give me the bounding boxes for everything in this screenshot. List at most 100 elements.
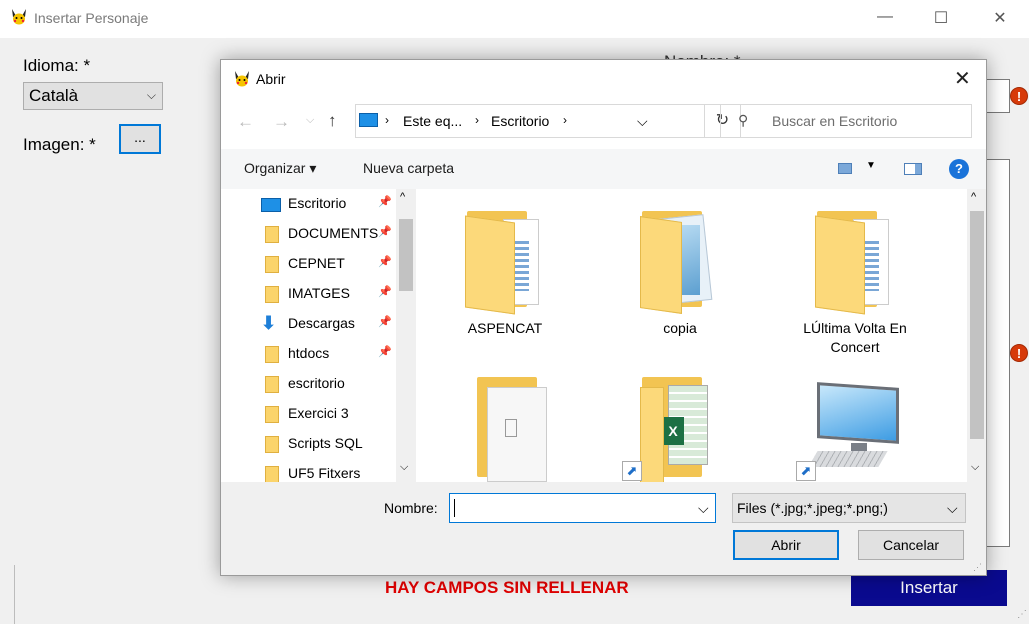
chevron-down-icon: ⌵ xyxy=(947,500,958,516)
cancel-button[interactable]: Cancelar xyxy=(858,530,964,560)
image-label: Imagen: * xyxy=(23,135,96,154)
navigation-bar: ← → ⌵ ↑ › Este eq... › Escritorio › ⌵ ↻ … xyxy=(221,100,986,148)
file-item-folder[interactable] xyxy=(430,359,580,482)
pin-icon: 📌 xyxy=(378,226,392,238)
new-folder-button[interactable]: Nueva carpeta xyxy=(363,160,454,176)
folder-icon xyxy=(465,211,545,315)
file-item-aspencat[interactable]: ASPENCAT xyxy=(430,189,580,349)
folder-icon xyxy=(640,211,720,314)
pin-icon: 📌 xyxy=(378,196,392,208)
scrollbar-thumb[interactable] xyxy=(970,211,984,439)
excel-shortcut-icon: X ⬈ xyxy=(622,377,720,482)
view-dropdown-icon[interactable]: ▼ xyxy=(866,160,876,171)
nav-item-htdocs[interactable]: htdocs 📌 xyxy=(261,339,411,369)
language-select[interactable]: Català ⌵ xyxy=(23,82,163,110)
pin-icon: 📌 xyxy=(378,256,392,268)
scroll-down-icon[interactable]: ⌵ xyxy=(400,461,408,474)
breadcrumb-separator-icon: › xyxy=(385,113,389,127)
file-item-computer-shortcut[interactable]: ⬈ xyxy=(780,359,930,482)
nav-item-label: Scripts SQL xyxy=(288,435,363,451)
nav-item-label: Escritorio xyxy=(288,195,347,211)
computer-shortcut-icon: ⬈ xyxy=(796,382,905,482)
pikachu-app-icon xyxy=(233,70,251,91)
nav-item-descargas[interactable]: ⬇ Descargas 📌 xyxy=(261,309,411,339)
browse-image-button[interactable]: ... xyxy=(119,124,161,154)
nav-item-label: IMATGES xyxy=(288,285,350,301)
resize-grip-icon[interactable]: ⋰ xyxy=(1017,609,1027,620)
breadcrumb-item[interactable]: Escritorio xyxy=(491,113,549,129)
window-titlebar: Insertar Personaje — ☐ ✕ xyxy=(0,0,1029,38)
search-box[interactable]: ⚲ Buscar en Escritorio xyxy=(720,104,972,138)
scroll-up-icon[interactable]: ^ xyxy=(400,191,405,203)
toolbar: Organizar ▾ Nueva carpeta ▼ ? xyxy=(221,149,986,189)
folder-icon xyxy=(265,436,279,453)
nav-item-documents[interactable]: DOCUMENTS 📌 xyxy=(261,219,411,249)
file-type-filter[interactable]: Files (*.jpg;*.jpeg;*.png;) ⌵ xyxy=(732,493,966,523)
breadcrumb-separator-icon: › xyxy=(563,113,567,127)
folder-icon xyxy=(265,256,279,273)
pin-icon: 📌 xyxy=(378,346,392,358)
resize-grip-icon[interactable]: ⋰ xyxy=(973,562,982,573)
nav-item-escritorio[interactable]: Escritorio 📌 xyxy=(261,189,411,219)
folder-icon xyxy=(815,211,895,315)
filename-label: Nombre: xyxy=(384,500,438,516)
dialog-close-button[interactable]: ✕ xyxy=(954,66,971,91)
help-icon[interactable]: ? xyxy=(949,159,969,179)
open-file-dialog: Abrir ✕ ← → ⌵ ↑ › Este eq... › Escritori… xyxy=(220,59,987,576)
recent-dropdown-icon[interactable]: ⌵ xyxy=(306,114,314,127)
pin-icon: 📌 xyxy=(378,286,392,298)
nav-item-escritorio-folder[interactable]: escritorio xyxy=(261,369,411,399)
chevron-down-icon[interactable]: ⌵ xyxy=(637,113,648,130)
maximize-button[interactable]: ☐ xyxy=(918,8,964,28)
window-title: Insertar Personaje xyxy=(34,10,149,26)
chevron-down-icon[interactable]: ⌵ xyxy=(698,500,709,517)
desktop-icon xyxy=(261,198,281,212)
nav-scrollbar[interactable]: ^ ⌵ xyxy=(396,189,416,482)
nav-item-scripts-sql[interactable]: Scripts SQL xyxy=(261,429,411,459)
nav-item-exercici-3[interactable]: Exercici 3 xyxy=(261,399,411,429)
organize-button[interactable]: Organizar ▾ xyxy=(244,160,316,177)
nav-item-cepnet[interactable]: CEPNET 📌 xyxy=(261,249,411,279)
download-icon: ⬇ xyxy=(261,313,277,333)
name-input-edge[interactable] xyxy=(985,79,1010,113)
warning-text: HAY CAMPOS SIN RELLENAR xyxy=(385,578,629,597)
file-list: ASPENCAT copia LÚltima Volta En Concert xyxy=(417,189,967,482)
error-icon: ! xyxy=(1010,87,1028,105)
file-item-ultima-volta[interactable]: LÚltima Volta En Concert xyxy=(780,189,930,355)
folder-icon xyxy=(265,286,279,303)
minimize-button[interactable]: — xyxy=(862,8,908,26)
dialog-title: Abrir xyxy=(256,71,286,87)
file-item-copia[interactable]: copia xyxy=(605,189,755,349)
search-placeholder: Buscar en Escritorio xyxy=(772,113,898,129)
scroll-down-icon[interactable]: ⌵ xyxy=(971,461,979,474)
content-scrollbar[interactable]: ^ ⌵ xyxy=(967,189,986,482)
filename-input[interactable]: ⌵ xyxy=(449,493,716,523)
address-bar[interactable]: › Este eq... › Escritorio › ⌵ xyxy=(355,104,705,138)
folder-icon xyxy=(265,226,279,243)
nav-item-label: escritorio xyxy=(288,375,345,391)
open-button[interactable]: Abrir xyxy=(733,530,839,560)
scrollbar-thumb[interactable] xyxy=(399,219,413,291)
file-item-excel-shortcut[interactable]: X ⬈ xyxy=(605,359,755,482)
up-arrow-icon[interactable]: ↑ xyxy=(328,111,337,131)
view-mode-icon[interactable] xyxy=(838,163,852,174)
folder-icon xyxy=(265,406,279,423)
pikachu-app-icon xyxy=(10,8,28,31)
nav-item-label: Exercici 3 xyxy=(288,405,349,421)
folder-icon xyxy=(265,466,279,482)
breadcrumb-separator-icon: › xyxy=(475,113,479,127)
breadcrumb-item[interactable]: Este eq... xyxy=(403,113,462,129)
computer-icon xyxy=(359,113,378,127)
close-button[interactable]: ✕ xyxy=(977,8,1023,28)
pin-icon: 📌 xyxy=(378,316,392,328)
preview-pane-icon[interactable] xyxy=(904,163,922,175)
nav-item-imatges[interactable]: IMATGES 📌 xyxy=(261,279,411,309)
scroll-up-icon[interactable]: ^ xyxy=(971,191,976,203)
search-icon: ⚲ xyxy=(738,112,749,128)
forward-arrow-icon[interactable]: → xyxy=(273,112,290,132)
nav-item-uf5-fitxers[interactable]: UF5 Fitxers xyxy=(261,459,411,482)
back-arrow-icon[interactable]: ← xyxy=(237,112,254,132)
folder-icon xyxy=(265,376,279,393)
description-field-edge[interactable] xyxy=(985,159,1010,547)
text-cursor xyxy=(454,499,455,517)
